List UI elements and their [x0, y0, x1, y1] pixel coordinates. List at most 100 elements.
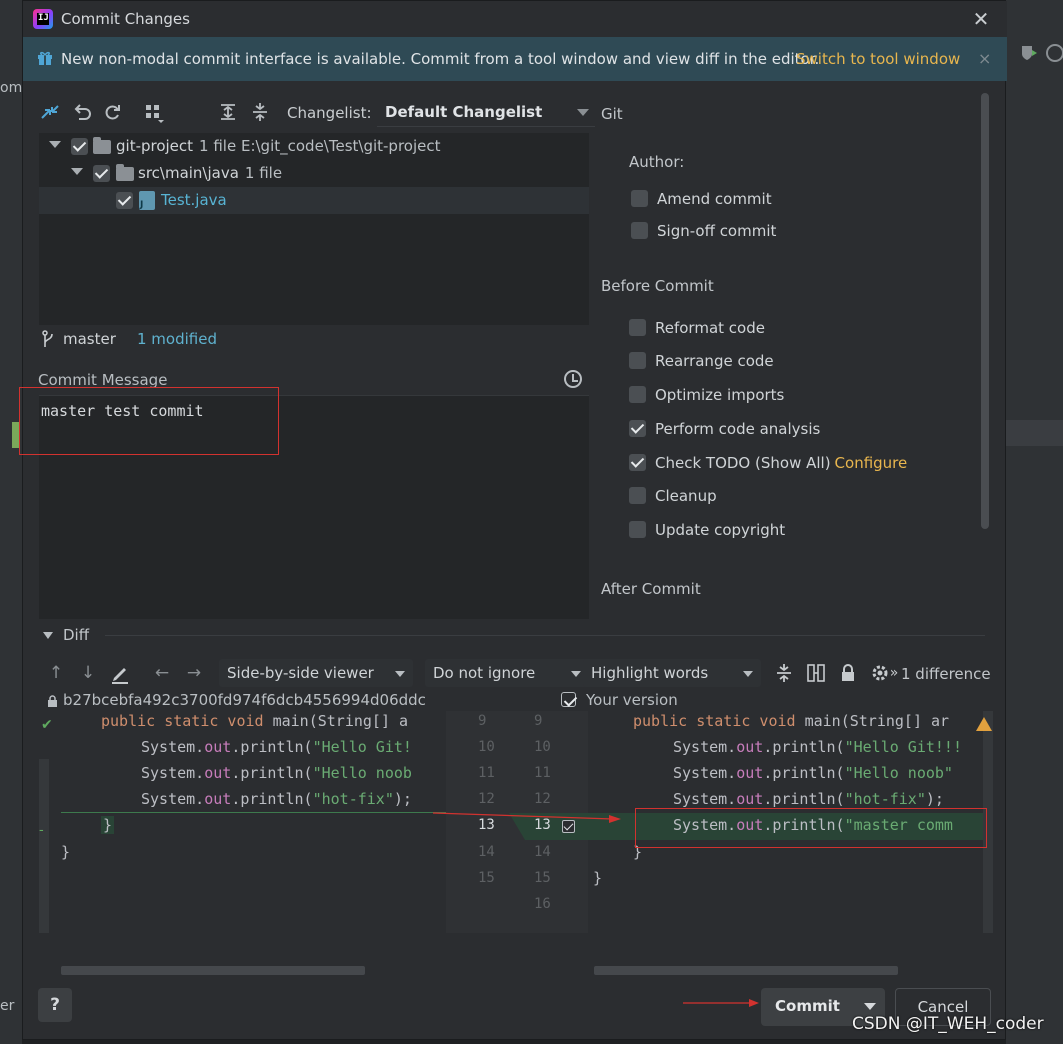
reformat-label: Reformat code [655, 319, 765, 337]
signoff-label: Sign-off commit [657, 222, 777, 240]
left-horizontal-scrollbar[interactable] [61, 966, 365, 975]
options-scrollbar[interactable] [981, 93, 989, 529]
diff-section-header[interactable]: Diff [39, 625, 989, 647]
switch-to-tool-window-link[interactable]: Switch to tool window [796, 50, 960, 68]
refresh-icon[interactable] [101, 101, 123, 123]
show-diff-icon[interactable] [39, 101, 61, 123]
right-line-number: 10 [534, 739, 551, 755]
whitespace-value: Do not ignore [433, 664, 536, 682]
right-line-number: 14 [534, 844, 551, 860]
checkbox-code-analysis[interactable] [629, 420, 646, 437]
cleanup-option[interactable]: Cleanup [629, 486, 969, 508]
banner-close-icon[interactable]: × [978, 49, 991, 68]
left-code-line-12: System.out.println("hot-fix"); [141, 790, 412, 808]
chevron-down-icon[interactable] [71, 168, 83, 175]
checkbox-reformat[interactable] [629, 319, 646, 336]
changelist-value: Default Changelist [385, 103, 543, 121]
forward-arrow-icon[interactable]: → [183, 661, 205, 685]
collapse-unchanged-icon[interactable] [773, 661, 795, 685]
check-todo-label: Check TODO (Show All) Configure [655, 454, 908, 472]
commit-message-label: Commit Message [38, 371, 168, 389]
configure-link[interactable]: Configure [835, 454, 908, 472]
right-code-line-15: } [593, 869, 603, 887]
right-code-line-9: public static void main(String[] ar [633, 712, 950, 730]
previous-difference-icon[interactable]: ↑ [45, 661, 67, 685]
tree-row-folder[interactable]: src\main\java 1 file [39, 160, 589, 187]
tree-row-file[interactable]: Test.java [39, 187, 589, 214]
right-code-line-14: } [633, 843, 643, 861]
background-right-panel [1006, 0, 1063, 1044]
java-file-icon [139, 191, 155, 210]
edit-source-icon[interactable] [109, 661, 131, 685]
notification-banner: New non-modal commit interface is availa… [23, 37, 1007, 81]
branch-status-row: master 1 modified [39, 327, 589, 353]
chevron-down-icon[interactable] [864, 1003, 876, 1010]
history-icon[interactable] [564, 370, 582, 388]
sync-scroll-icon[interactable] [805, 661, 827, 685]
left-line-number: 12 [478, 791, 495, 807]
include-change-checkbox[interactable] [562, 820, 575, 833]
tree-label-project: git-project 1 file E:\git_code\Test\git-p… [116, 137, 441, 155]
change-connector-line [61, 812, 446, 813]
checkbox-signoff[interactable] [631, 222, 648, 239]
optimize-imports-option[interactable]: Optimize imports [629, 385, 969, 407]
signoff-commit-option[interactable]: Sign-off commit [631, 221, 971, 243]
back-arrow-icon[interactable]: ← [151, 661, 173, 685]
code-analysis-label: Perform code analysis [655, 420, 821, 438]
folder-icon [93, 137, 111, 154]
chevron-down-icon [571, 671, 581, 677]
amend-commit-option[interactable]: Amend commit [631, 189, 971, 211]
checkbox-check-todo[interactable] [629, 454, 646, 471]
expand-all-icon[interactable] [217, 101, 239, 123]
checkbox-amend[interactable] [631, 190, 648, 207]
chevron-down-icon[interactable] [49, 141, 61, 148]
close-icon[interactable]: ✕ [969, 7, 993, 31]
checkbox-rearrange[interactable] [629, 352, 646, 369]
right-code-line-11: System.out.println("Hello noob" [673, 764, 953, 782]
checkbox-folder[interactable] [93, 165, 110, 182]
commit-dialog: IJ Commit Changes ✕ New non-modal commit… [19, 0, 1007, 1040]
difference-count: 1 difference [901, 665, 991, 683]
shield-icon [1022, 46, 1037, 60]
background-left-text: om [0, 80, 23, 96]
collapse-triangle-icon[interactable] [43, 632, 53, 639]
changelist-dropdown[interactable]: Default Changelist [377, 97, 595, 127]
right-line-number: 16 [534, 896, 551, 912]
commit-message-input[interactable]: master test commit [39, 395, 589, 619]
optimize-label: Optimize imports [655, 386, 785, 404]
tree-row-project[interactable]: git-project 1 file E:\git_code\Test\git-p… [39, 133, 589, 160]
intellij-logo-icon: IJ [33, 9, 53, 29]
reformat-code-option[interactable]: Reformat code [629, 318, 969, 340]
left-code-line-14: } [61, 843, 71, 861]
checkbox-your-version[interactable] [561, 692, 576, 707]
viewer-mode-dropdown[interactable]: Side-by-side viewer [219, 659, 413, 687]
left-line-number: 10 [478, 739, 495, 755]
lock-icon[interactable] [837, 661, 859, 685]
checkbox-project[interactable] [71, 138, 88, 155]
help-button[interactable]: ? [38, 988, 72, 1022]
checkbox-cleanup[interactable] [629, 487, 646, 504]
update-copyright-option[interactable]: Update copyright [629, 520, 969, 542]
rearrange-label: Rearrange code [655, 352, 774, 370]
background-left-panel: om er [0, 0, 22, 1044]
right-editor[interactable]: public static void main(String[] ar Syst… [588, 711, 993, 933]
right-horizontal-scrollbar[interactable] [594, 966, 898, 975]
chevron-down-icon [743, 671, 753, 677]
modified-count-link[interactable]: 1 modified [137, 330, 217, 348]
checkbox-optimize[interactable] [629, 386, 646, 403]
highlight-dropdown[interactable]: Highlight words [583, 659, 761, 687]
rearrange-code-option[interactable]: Rearrange code [629, 351, 969, 373]
group-by-icon[interactable] [143, 101, 165, 123]
check-todo-option[interactable]: Check TODO (Show All) Configure [629, 453, 969, 475]
whitespace-dropdown[interactable]: Do not ignore [425, 659, 589, 687]
left-gutter [39, 759, 49, 933]
profile-icon [1046, 44, 1063, 62]
perform-code-analysis-option[interactable]: Perform code analysis [629, 419, 969, 441]
next-difference-icon[interactable]: ↓ [77, 661, 99, 685]
change-marker: - [39, 823, 44, 838]
collapse-all-icon[interactable] [249, 101, 271, 123]
rollback-icon[interactable] [71, 101, 93, 123]
checkbox-file[interactable] [116, 192, 133, 209]
left-editor[interactable]: public static void main(String[] a Syste… [39, 711, 445, 933]
checkbox-copyright[interactable] [629, 521, 646, 538]
